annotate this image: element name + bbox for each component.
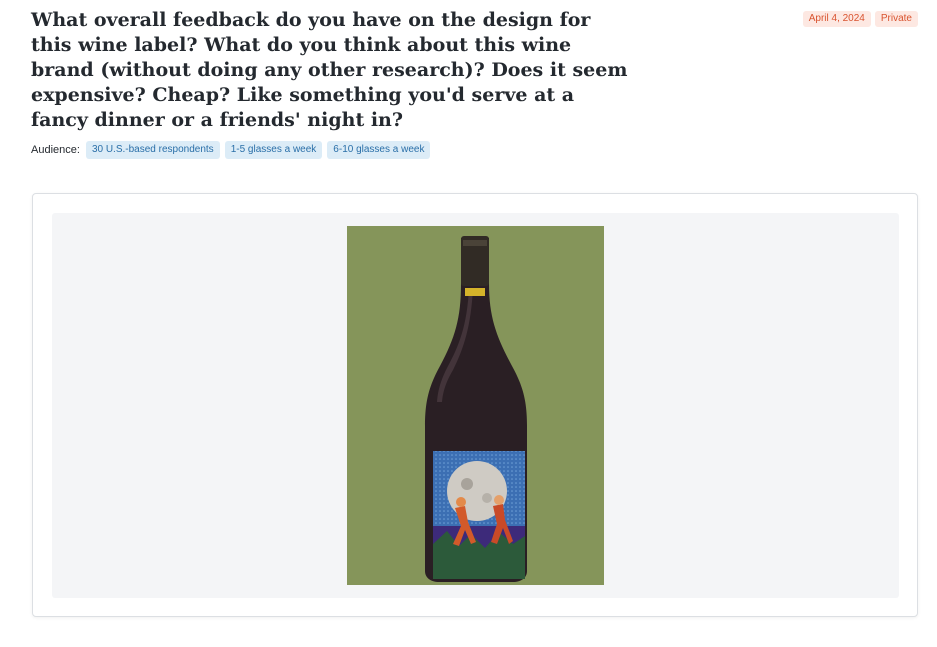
wine-bottle-photo[interactable] [347, 226, 604, 585]
bottle-neck-ring [465, 288, 485, 296]
audience-label: Audience: [31, 144, 80, 156]
media-card [32, 193, 918, 617]
audience-chip-1-5-glasses: 1-5 glasses a week [224, 141, 323, 159]
audience-chip-6-10-glasses: 6-10 glasses a week [327, 141, 431, 159]
wine-label-artwork [433, 451, 525, 579]
image-well [52, 213, 899, 598]
date-badge: April 4, 2024 [802, 11, 871, 27]
audience-chip-respondents: 30 U.S.-based respondents [85, 141, 220, 159]
question-meta: April 4, 2024 Private [802, 11, 918, 27]
question-title: What overall feedback do you have on the… [31, 9, 628, 131]
audience-row: Audience: 30 U.S.-based respondents 1-5 … [31, 141, 431, 159]
privacy-badge: Private [874, 11, 918, 27]
